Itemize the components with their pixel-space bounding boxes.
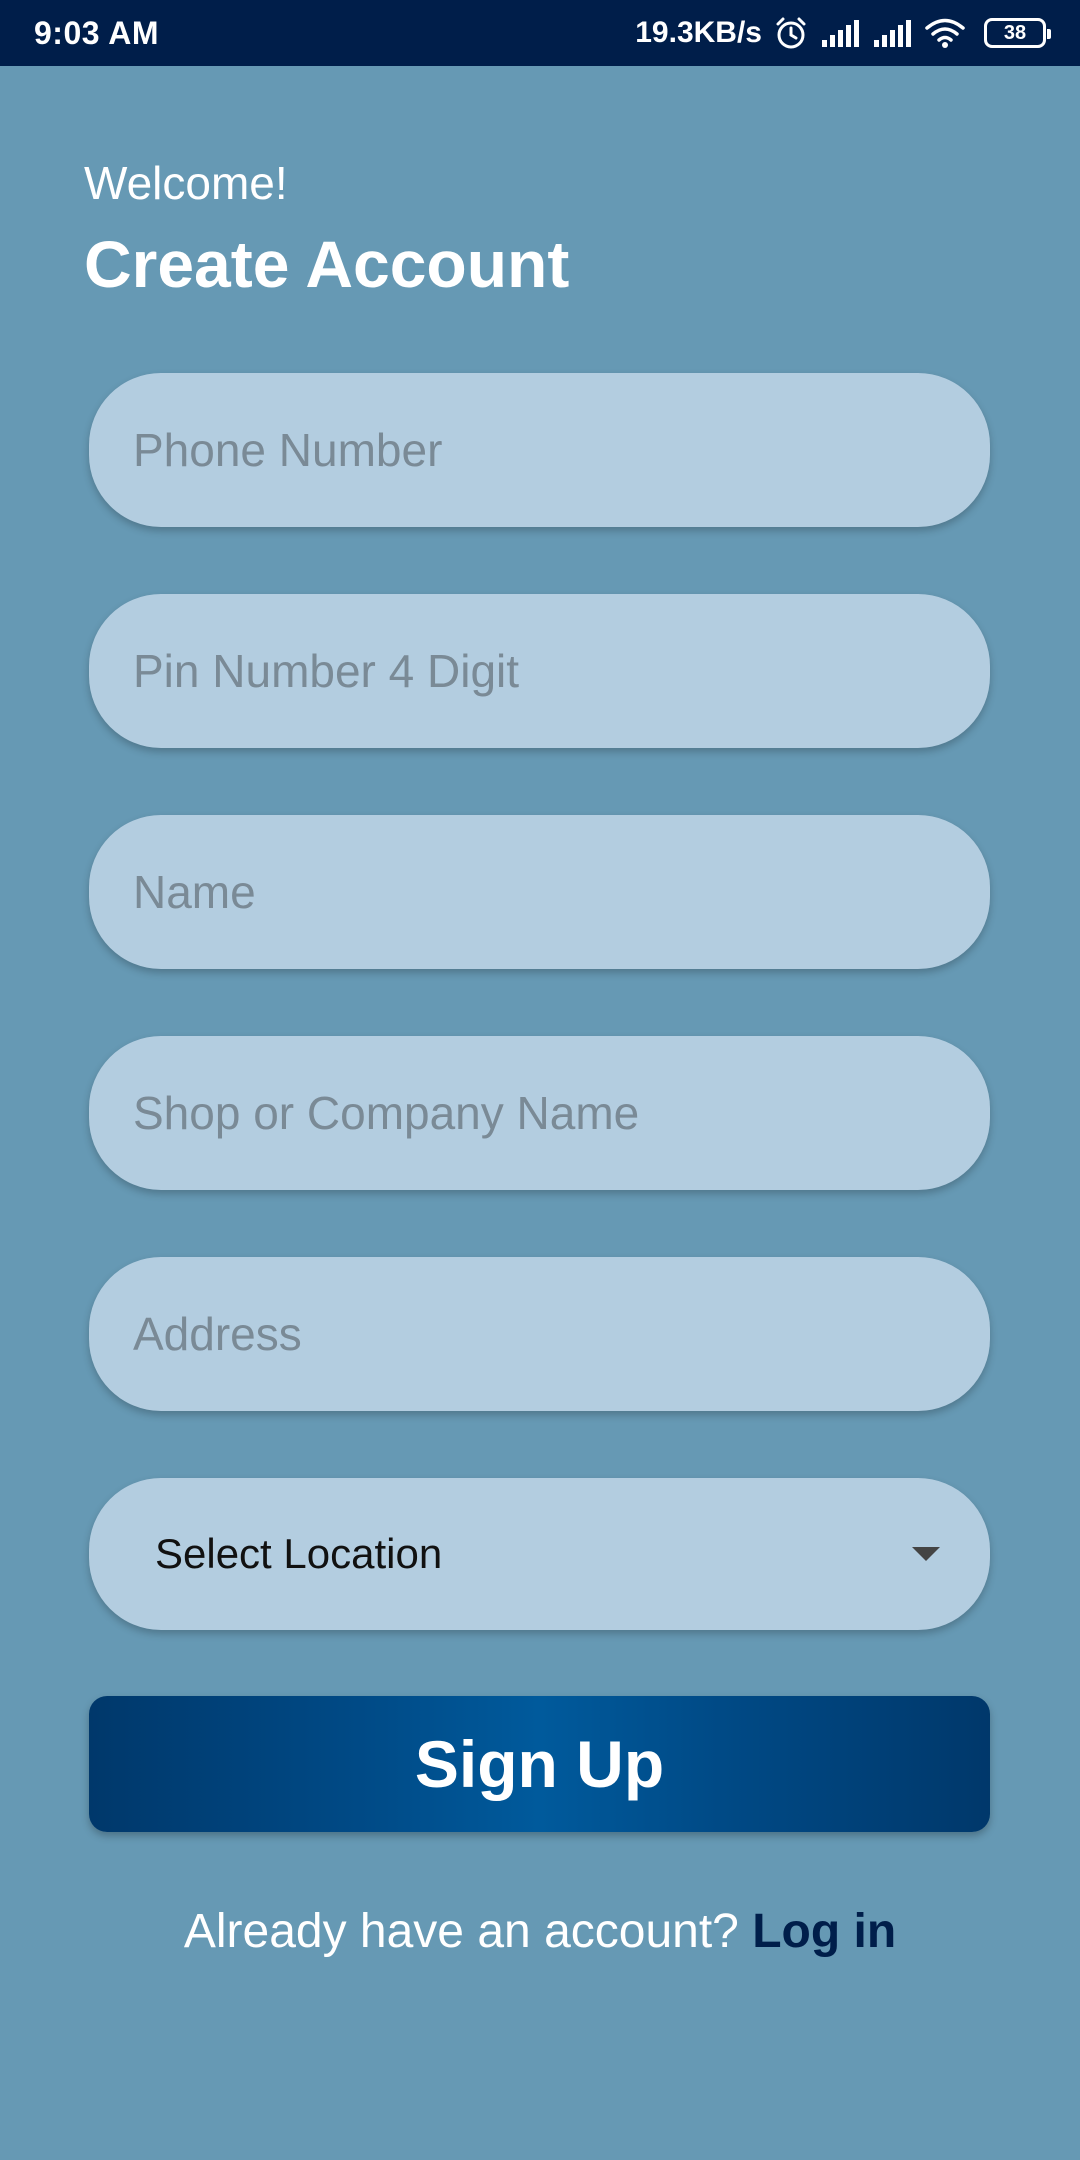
page-title: Create Account	[84, 227, 570, 301]
signal-icon	[820, 18, 860, 48]
login-prompt: Already have an account? Log in	[0, 1904, 1080, 1959]
network-speed: 19.3KB/s	[635, 16, 762, 49]
sign-up-button[interactable]: Sign Up	[89, 1696, 990, 1832]
shop-input[interactable]	[133, 1086, 946, 1140]
address-field	[89, 1257, 990, 1411]
signal-icon	[872, 18, 912, 48]
name-input[interactable]	[133, 865, 946, 919]
location-select-value: Select Location	[155, 1530, 443, 1577]
battery-level: 38	[1003, 22, 1027, 44]
pin-field	[89, 594, 990, 748]
login-prompt-text: Already have an account?	[183, 1905, 753, 1958]
pin-input[interactable]	[133, 644, 946, 698]
status-time: 9:03 AM	[34, 14, 160, 51]
alarm-icon	[774, 16, 808, 50]
battery-icon: 38	[984, 18, 1051, 48]
shop-field	[89, 1036, 990, 1190]
status-right: 19.3KB/s 38	[635, 16, 1051, 50]
dropdown-arrow-icon	[912, 1547, 940, 1561]
wifi-icon	[924, 17, 966, 49]
phone-input[interactable]	[133, 423, 946, 477]
welcome-text: Welcome!	[84, 157, 288, 209]
phone-field	[89, 373, 990, 527]
address-input[interactable]	[133, 1307, 946, 1361]
login-link[interactable]: Log in	[752, 1905, 896, 1958]
status-bar: 9:03 AM 19.3KB/s 38	[0, 0, 1080, 66]
location-select[interactable]: Select Location	[89, 1478, 990, 1630]
name-field	[89, 815, 990, 969]
